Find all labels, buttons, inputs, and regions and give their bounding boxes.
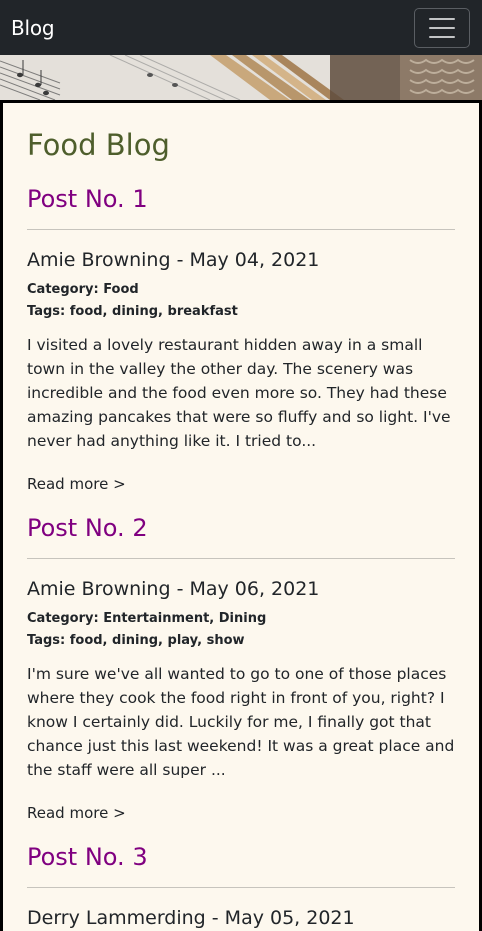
post-divider [27,887,455,888]
navbar-toggler-button[interactable] [414,7,470,48]
post-author-date: Amie Browning - May 06, 2021 [27,578,320,600]
post-title: Post No. 3 [27,843,148,871]
post-author-date: Amie Browning - May 04, 2021 [27,249,320,271]
blog-post: Post No. 2 Amie Browning - May 06, 2021 … [27,514,455,824]
hero-banner-image [0,55,482,100]
post-title: Post No. 2 [27,514,148,542]
post-excerpt: I visited a lovely restaurant hidden awa… [27,336,451,450]
post-divider [27,558,455,559]
post-author-date: Derry Lammerding - May 05, 2021 [27,907,355,929]
post-tags: Tags: food, dining, breakfast [27,304,238,319]
sheet-music-and-pencils-banner [0,55,482,100]
hamburger-menu-icon [429,17,455,20]
read-more-link[interactable]: Read more > [27,473,455,495]
top-navbar: Blog [0,0,482,55]
main-content: Food Blog Post No. 1 Amie Browning - May… [0,100,482,931]
post-tags: Tags: food, dining, play, show [27,633,245,648]
hamburger-menu-icon-line-2 [429,26,455,29]
page-title: Food Blog [27,128,170,162]
navbar-brand[interactable]: Blog [11,18,55,38]
blog-post: Post No. 1 Amie Browning - May 04, 2021 … [27,185,455,495]
read-more-link[interactable]: Read more > [27,802,455,824]
post-title: Post No. 1 [27,185,148,213]
post-category: Category: Food [27,282,139,297]
post-divider [27,229,455,230]
post-excerpt: I'm sure we've all wanted to go to one o… [27,665,455,779]
blog-post: Post No. 3 Derry Lammerding - May 05, 20… [27,843,455,930]
post-category: Category: Entertainment, Dining [27,611,267,626]
hamburger-menu-icon-line-3 [429,35,455,38]
